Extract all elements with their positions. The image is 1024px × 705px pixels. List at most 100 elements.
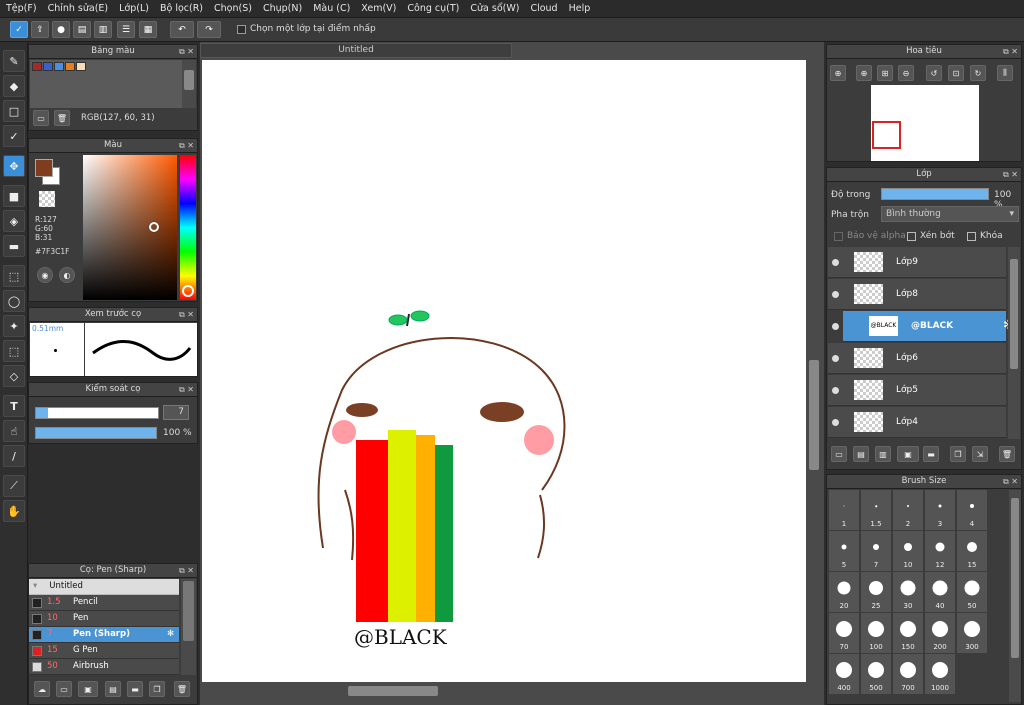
delete-swatch-icon[interactable]: 🗑	[54, 110, 70, 126]
gradient-tool-icon[interactable]: ▬	[3, 235, 25, 257]
layer-row[interactable]: Lớp9	[828, 247, 1006, 278]
clip-checkbox[interactable]	[907, 232, 916, 241]
zoom-in-icon[interactable]: ⊕	[856, 65, 872, 81]
delete-layer-icon[interactable]: 🗑	[999, 446, 1015, 462]
brush-folder-icon[interactable]: ▬	[127, 681, 143, 697]
move-tool-icon[interactable]: ✥	[3, 155, 25, 177]
palette-swatch[interactable]	[65, 62, 75, 71]
text-tool-icon[interactable]: T	[3, 395, 25, 417]
brush-size-cell[interactable]: 10	[893, 531, 923, 571]
brush-size-value[interactable]: 7	[163, 405, 189, 420]
brush-size-cell[interactable]: 300	[957, 613, 987, 653]
brush-list-item[interactable]: 10 Pen	[29, 611, 179, 627]
brush-size-cell[interactable]: 1.5	[861, 490, 891, 530]
eraser-tool-icon[interactable]: ◆	[3, 75, 25, 97]
comment-icon[interactable]: ●	[52, 21, 70, 38]
brush-size-cell[interactable]: 1	[829, 490, 859, 530]
brush-size-cell[interactable]: 500	[861, 654, 891, 694]
brush-size-cell[interactable]: 30	[893, 572, 923, 612]
grid-icon[interactable]: ▦	[139, 21, 157, 38]
panel-controls-icon[interactable]: ⧉ ✕	[179, 383, 194, 396]
brush-size-cell[interactable]: 15	[957, 531, 987, 571]
menu-edit[interactable]: Chỉnh sửa(E)	[42, 0, 114, 14]
fill-rect-tool-icon[interactable]: ■	[3, 185, 25, 207]
new-layer-icon[interactable]: ▭	[831, 446, 847, 462]
select-pen-tool-icon[interactable]: ⬚	[3, 340, 25, 362]
canvas-vertical-scrollbar[interactable]	[807, 60, 821, 682]
color-mix-icon[interactable]: ◐	[59, 267, 75, 283]
pen-check-tool-icon[interactable]: ✓	[3, 125, 25, 147]
cloud-icon[interactable]: ✓	[10, 21, 28, 38]
panel-controls-icon[interactable]: ⧉ ✕	[1003, 168, 1018, 181]
transparent-color-swatch[interactable]	[39, 191, 55, 207]
new-brush-icon[interactable]: ▭	[56, 681, 72, 697]
menu-window[interactable]: Cửa sổ(W)	[464, 0, 524, 14]
blend-mode-select[interactable]: Bình thường ▾	[881, 206, 1019, 222]
visibility-icon[interactable]	[832, 259, 839, 266]
rotate-left-icon[interactable]: ↺	[926, 65, 942, 81]
canvas-horizontal-scrollbar[interactable]	[202, 684, 806, 698]
protect-alpha-checkbox[interactable]	[834, 232, 843, 241]
brush-size-cell[interactable]: 20	[829, 572, 859, 612]
zoom-actual-icon[interactable]: ⊕	[830, 65, 846, 81]
layer-row[interactable]: Lớp6	[828, 343, 1006, 374]
layer-row[interactable]: @BLACK @BLACK ✻	[832, 311, 1014, 342]
undo-icon[interactable]: ↶	[170, 21, 194, 38]
menu-capture[interactable]: Chụp(N)	[257, 0, 307, 14]
document-icon[interactable]: ▥	[94, 21, 112, 38]
menu-view[interactable]: Xem(V)	[355, 0, 401, 14]
navigator-viewport[interactable]	[872, 121, 901, 149]
brush-size-cell[interactable]: 100	[861, 613, 891, 653]
visibility-icon[interactable]	[832, 355, 839, 362]
delete-brush-icon[interactable]: 🗑	[174, 681, 190, 697]
brush-list-item[interactable]: 7 Pen (Sharp) ✻	[29, 627, 179, 643]
select-rect-tool-icon[interactable]: ⬚	[3, 265, 25, 287]
dropper-tool-icon[interactable]: ⟋	[3, 475, 25, 497]
brush-size-cell[interactable]: 1000	[925, 654, 955, 694]
color-wheel-icon[interactable]: ◉	[37, 267, 53, 283]
merge-layer-icon[interactable]: ⇲	[972, 446, 988, 462]
menu-filter[interactable]: Bộ lọc(R)	[154, 0, 208, 14]
brush-size-cell[interactable]: 7	[861, 531, 891, 571]
share-icon[interactable]: ⇪	[31, 21, 49, 38]
panel-controls-icon[interactable]: ⧉ ✕	[179, 45, 194, 58]
new-halftone-layer-icon[interactable]: ▤	[853, 446, 869, 462]
brush-opacity-slider[interactable]	[35, 427, 157, 439]
menu-color[interactable]: Màu (C)	[307, 0, 355, 14]
brush-tool-icon[interactable]: ✎	[3, 50, 25, 72]
menu-file[interactable]: Tệp(F)	[0, 0, 42, 14]
visibility-icon[interactable]	[832, 387, 839, 394]
brush-size-cell[interactable]: 25	[861, 572, 891, 612]
drawing-canvas[interactable]: @BLACK	[202, 60, 806, 682]
hand-select-tool-icon[interactable]: ☝	[3, 420, 25, 442]
list-icon[interactable]: ☰	[117, 21, 135, 38]
brush-size-scrollbar[interactable]	[1009, 490, 1021, 702]
panel-controls-icon[interactable]: ⧉ ✕	[179, 139, 194, 152]
flip-icon[interactable]: ⫼	[997, 65, 1013, 81]
visibility-icon[interactable]	[832, 419, 839, 426]
hand-tool-icon[interactable]: ✋	[3, 500, 25, 522]
brush-size-cell[interactable]: 150	[893, 613, 923, 653]
brush-size-cell[interactable]: 700	[893, 654, 923, 694]
duplicate-layer-icon[interactable]: ❐	[950, 446, 966, 462]
menu-select[interactable]: Chọn(S)	[208, 0, 257, 14]
select-layer-checkbox[interactable]	[237, 25, 246, 34]
brush-settings-icon[interactable]: ▤	[105, 681, 121, 697]
brush-size-cell[interactable]: 5	[829, 531, 859, 571]
panel-controls-icon[interactable]: ⧉ ✕	[1003, 45, 1018, 58]
palette-swatch[interactable]	[76, 62, 86, 71]
brush-size-cell[interactable]: 4	[957, 490, 987, 530]
hue-slider[interactable]	[180, 155, 196, 300]
visibility-icon[interactable]	[832, 323, 839, 330]
palette-scrollbar[interactable]	[182, 60, 196, 108]
lasso-tool-icon[interactable]: ◯	[3, 290, 25, 312]
brush-size-slider[interactable]	[35, 407, 159, 419]
layer-opacity-slider[interactable]	[881, 188, 989, 200]
reset-view-icon[interactable]: ⊡	[948, 65, 964, 81]
brush-size-cell[interactable]: 50	[957, 572, 987, 612]
brush-size-cell[interactable]: 70	[829, 613, 859, 653]
brush-list-scrollbar[interactable]	[181, 579, 196, 675]
layer-row[interactable]: Lớp8	[828, 279, 1006, 310]
lock-checkbox[interactable]	[967, 232, 976, 241]
cloud-brush-icon[interactable]: ☁	[34, 681, 50, 697]
